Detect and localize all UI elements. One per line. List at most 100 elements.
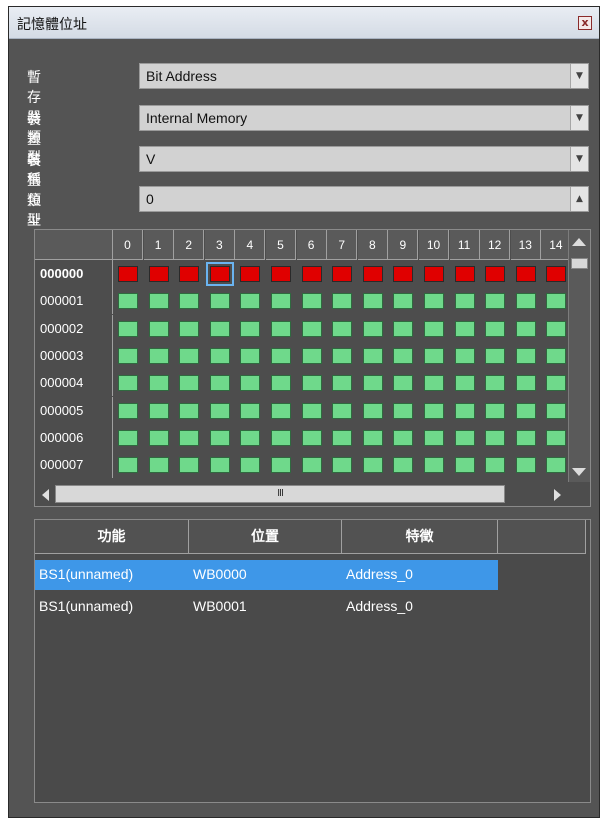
bit-cell[interactable] [271, 429, 291, 446]
bit-cell[interactable] [118, 429, 138, 446]
bit-cell[interactable] [393, 457, 414, 474]
bit-cell[interactable] [332, 429, 353, 446]
bit-cell[interactable] [454, 293, 475, 310]
bit-cell[interactable] [332, 266, 353, 282]
bit-cell[interactable] [118, 266, 138, 282]
bit-cell[interactable] [362, 375, 383, 392]
bit-cell[interactable] [271, 293, 291, 310]
bit-cell[interactable] [546, 293, 567, 310]
bit-cell[interactable] [332, 402, 353, 419]
address-spinner[interactable]: 0 ▲ [139, 186, 589, 212]
bit-cell[interactable] [209, 375, 230, 392]
bit-cell[interactable] [515, 457, 536, 474]
bit-cell[interactable] [148, 347, 169, 364]
bit-cell[interactable] [271, 320, 291, 337]
bit-cell[interactable] [179, 320, 200, 337]
bit-cell[interactable] [332, 320, 353, 337]
bit-cell[interactable] [424, 457, 444, 474]
bit-cell[interactable] [362, 293, 383, 310]
bit-cell[interactable] [118, 457, 138, 474]
bit-cell[interactable] [424, 402, 444, 419]
bit-cell[interactable] [148, 429, 169, 446]
bit-cell[interactable] [515, 320, 536, 337]
bit-cell[interactable] [209, 429, 230, 446]
bit-cell[interactable] [546, 429, 567, 446]
bit-cell[interactable] [485, 347, 506, 364]
bit-cell[interactable] [118, 347, 138, 364]
bit-cell[interactable] [454, 402, 475, 419]
bit-cell[interactable] [393, 293, 414, 310]
bit-cell[interactable] [393, 402, 414, 419]
bit-cell[interactable] [515, 266, 536, 282]
bit-cell[interactable] [393, 347, 414, 364]
vertical-scroll-thumb[interactable] [571, 258, 588, 269]
bit-cell[interactable] [118, 293, 138, 310]
bit-cell[interactable] [515, 375, 536, 392]
bit-cell[interactable] [454, 375, 475, 392]
bit-cell[interactable] [546, 266, 567, 282]
bit-cell[interactable] [424, 375, 444, 392]
bit-cell[interactable] [332, 347, 353, 364]
bit-cell[interactable] [209, 402, 230, 419]
scroll-down-icon[interactable] [572, 468, 586, 476]
bit-cell[interactable] [362, 429, 383, 446]
bit-cell[interactable] [546, 320, 567, 337]
bit-cell[interactable] [240, 266, 261, 282]
bit-cell[interactable] [301, 293, 322, 310]
bit-cell[interactable] [148, 293, 169, 310]
bit-cell[interactable] [362, 320, 383, 337]
horizontal-scrollbar[interactable]: III [35, 482, 570, 506]
bit-cell[interactable] [301, 320, 322, 337]
bit-cell[interactable] [515, 429, 536, 446]
bit-cell[interactable] [393, 320, 414, 337]
bit-cell[interactable] [454, 320, 475, 337]
bit-cell[interactable] [301, 266, 322, 282]
bit-cell[interactable] [240, 402, 261, 419]
bit-cell[interactable] [485, 429, 506, 446]
bit-cell[interactable] [301, 347, 322, 364]
bit-cell[interactable] [485, 375, 506, 392]
bit-cell[interactable] [209, 293, 230, 310]
bit-cell[interactable] [454, 347, 475, 364]
bit-cell[interactable] [424, 320, 444, 337]
bit-cell[interactable] [424, 347, 444, 364]
bit-cell[interactable] [332, 457, 353, 474]
bit-cell[interactable] [179, 266, 200, 282]
bit-cell[interactable] [332, 375, 353, 392]
bit-cell[interactable] [362, 402, 383, 419]
bit-cell[interactable] [148, 375, 169, 392]
bit-cell[interactable] [148, 266, 169, 282]
bit-cell[interactable] [205, 262, 234, 286]
bit-cell[interactable] [209, 347, 230, 364]
bit-cell[interactable] [271, 457, 291, 474]
horizontal-scroll-thumb[interactable]: III [55, 485, 505, 503]
bit-cell[interactable] [301, 457, 322, 474]
bit-cell[interactable] [179, 293, 200, 310]
scroll-right-icon[interactable] [554, 489, 561, 501]
bit-cell[interactable] [546, 347, 567, 364]
bit-cell[interactable] [271, 402, 291, 419]
close-icon[interactable]: x [578, 16, 592, 30]
bit-cell[interactable] [515, 402, 536, 419]
bit-cell[interactable] [118, 320, 138, 337]
bit-cell[interactable] [362, 266, 383, 282]
list-item[interactable]: BS1(unnamed) WB0001 Address_0 [35, 592, 498, 622]
bit-cell[interactable] [454, 429, 475, 446]
bit-cell[interactable] [271, 347, 291, 364]
bit-cell[interactable] [240, 375, 261, 392]
vertical-scrollbar[interactable] [568, 230, 590, 482]
bit-cell[interactable] [179, 375, 200, 392]
bit-cell[interactable] [118, 402, 138, 419]
chevron-down-icon[interactable]: ▼ [570, 64, 588, 88]
bit-cell[interactable] [485, 293, 506, 310]
chevron-up-icon[interactable]: ▲ [570, 187, 588, 211]
register-type-select[interactable]: Bit Address ▼ [139, 63, 589, 89]
bit-cell[interactable] [393, 266, 414, 282]
bit-cell[interactable] [362, 457, 383, 474]
bit-cell[interactable] [118, 375, 138, 392]
bit-cell[interactable] [485, 402, 506, 419]
bit-cell[interactable] [240, 429, 261, 446]
bit-cell[interactable] [148, 320, 169, 337]
bit-cell[interactable] [485, 320, 506, 337]
bit-cell[interactable] [179, 457, 200, 474]
